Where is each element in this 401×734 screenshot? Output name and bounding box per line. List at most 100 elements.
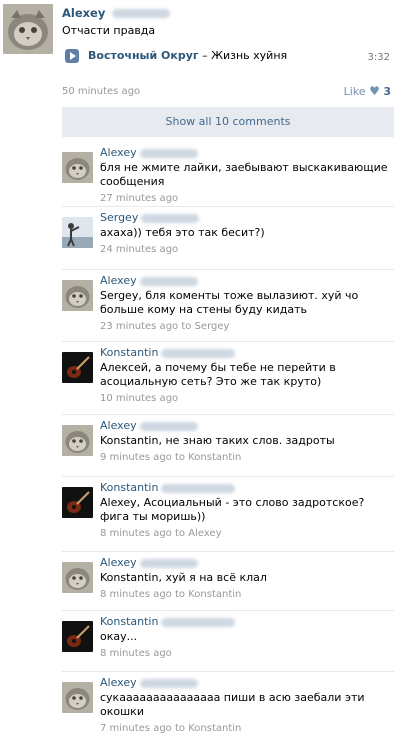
- reply-to-name[interactable]: Konstantin: [188, 589, 241, 600]
- post-author-name[interactable]: Alexey: [62, 6, 105, 20]
- blurred-surname: [139, 558, 198, 568]
- blurred-surname: [139, 148, 198, 158]
- comment-body: Konstantin Alexey, Асоциальный - это слов…: [100, 481, 390, 539]
- comment-divider: [62, 341, 394, 342]
- comment-meta: 8 minutes ago: [100, 648, 390, 659]
- reply-to-word: to: [174, 723, 186, 734]
- reply-to-word: to: [181, 321, 192, 332]
- comment-meta: 8 minutes ago to Konstantin: [100, 589, 390, 600]
- comment-author-name[interactable]: Alexey: [100, 556, 137, 569]
- blurred-surname: [112, 9, 171, 18]
- reply-to-word: to: [174, 528, 186, 539]
- like-button[interactable]: Like ♥ 3: [344, 84, 391, 98]
- comment-text: ахаха)) тебя это так бесит?): [100, 226, 265, 239]
- avatar[interactable]: [62, 152, 93, 183]
- comment-text: бля не жмите лайки, заебывают выскакиваю…: [100, 161, 388, 188]
- audio-separator: –: [198, 49, 212, 62]
- comment-text: сукааааааааааааааа пиши в асю заебали эт…: [100, 691, 365, 718]
- comment-author-name[interactable]: Alexey: [100, 676, 137, 689]
- comment-text: Konstantin, хуй я на всё клал: [100, 571, 267, 584]
- avatar[interactable]: [62, 352, 93, 383]
- post: Alexey Отчасти правда Восточный Округ – …: [0, 0, 401, 105]
- comment-author: Alexey: [100, 146, 390, 159]
- comment-text: Алексей, а почему бы тебе не перейти в а…: [100, 361, 336, 388]
- comment-divider: [62, 476, 394, 477]
- comment-meta: 9 minutes ago to Konstantin: [100, 452, 390, 463]
- blurred-surname: [161, 617, 236, 627]
- comment-author: Alexey: [100, 676, 390, 689]
- comment-author: Alexey: [100, 556, 390, 569]
- comment-meta: 23 minutes ago to Sergey: [100, 321, 390, 332]
- comment-time[interactable]: 8 minutes ago: [100, 648, 172, 659]
- avatar[interactable]: [62, 425, 93, 456]
- comment-author: Alexey: [100, 419, 390, 432]
- comment-time[interactable]: 8 minutes ago: [100, 528, 172, 539]
- comment-author: Konstantin: [100, 346, 390, 359]
- comment-author-name[interactable]: Alexey: [100, 419, 137, 432]
- show-all-comments-button[interactable]: Show all 10 comments: [62, 107, 394, 137]
- comment-meta: 27 minutes ago: [100, 193, 390, 204]
- avatar[interactable]: [62, 280, 93, 311]
- heart-icon: ♥: [369, 84, 380, 98]
- blurred-surname: [161, 483, 236, 493]
- blurred-surname: [139, 678, 198, 688]
- comment-text: Sergey, бля коменты тоже вылазиют. хуй ч…: [100, 289, 359, 316]
- comment-body: Konstantin Алексей, а почему бы тебе не п…: [100, 346, 390, 404]
- comment-text: Alexey, Асоциальный - это слово задротск…: [100, 496, 365, 523]
- reply-to-name[interactable]: Alexey: [188, 528, 221, 539]
- reply-to-word: to: [174, 589, 186, 600]
- comment-author-name[interactable]: Alexey: [100, 274, 137, 287]
- comment-body: Alexey сукааааааааааааааа пиши в асю заеб…: [100, 676, 390, 734]
- comment-author-name[interactable]: Alexey: [100, 146, 137, 159]
- reply-to-name[interactable]: Sergey: [195, 321, 230, 332]
- audio-song: Жизнь хуйня: [211, 49, 288, 62]
- comment-divider: [62, 206, 394, 207]
- play-icon[interactable]: [65, 49, 79, 63]
- post-time[interactable]: 50 minutes ago: [62, 86, 140, 97]
- comment-author-name[interactable]: Konstantin: [100, 481, 158, 494]
- comment-meta: 24 minutes ago: [100, 244, 390, 255]
- comment-meta: 10 minutes ago: [100, 393, 390, 404]
- comment-divider: [62, 610, 394, 611]
- comment-divider: [62, 551, 394, 552]
- avatar[interactable]: [62, 621, 93, 652]
- comment-body: Sergey ахаха)) тебя это так бесит?) 24 min…: [100, 211, 390, 255]
- avatar[interactable]: [62, 217, 93, 248]
- blurred-surname: [139, 276, 198, 286]
- comment-text: окау...: [100, 630, 138, 643]
- comment-divider: [62, 671, 394, 672]
- comment-author: Sergey: [100, 211, 390, 224]
- audio-artist[interactable]: Восточный Округ: [88, 49, 199, 62]
- audio-title: Восточный Округ – Жизнь хуйня: [88, 49, 287, 62]
- comment-meta: 7 minutes ago to Konstantin: [100, 723, 390, 734]
- comment-time[interactable]: 23 minutes ago: [100, 321, 178, 332]
- comment-author-name[interactable]: Konstantin: [100, 346, 158, 359]
- comment-time[interactable]: 7 minutes ago: [100, 723, 172, 734]
- comment-time[interactable]: 27 minutes ago: [100, 193, 178, 204]
- comment-author: Alexey: [100, 274, 390, 287]
- comment-body: Alexey Konstantin, хуй я на всё клал 8 min…: [100, 556, 390, 600]
- comment-time[interactable]: 24 minutes ago: [100, 244, 178, 255]
- comment-author-name[interactable]: Sergey: [100, 211, 138, 224]
- comment-time[interactable]: 9 minutes ago: [100, 452, 172, 463]
- comment-divider: [62, 269, 394, 270]
- avatar[interactable]: [62, 682, 93, 713]
- reply-to-name[interactable]: Konstantin: [188, 452, 241, 463]
- comment-body: Alexey Konstantin, не знаю таких слов. за…: [100, 419, 390, 463]
- blurred-surname: [139, 421, 198, 431]
- avatar[interactable]: [3, 4, 53, 54]
- comment-author-name[interactable]: Konstantin: [100, 615, 158, 628]
- avatar[interactable]: [62, 562, 93, 593]
- comment-divider: [62, 414, 394, 415]
- audio-duration: 3:32: [367, 52, 390, 63]
- avatar[interactable]: [62, 487, 93, 518]
- like-count: 3: [383, 85, 391, 98]
- reply-to-name[interactable]: Konstantin: [188, 723, 241, 734]
- comment-time[interactable]: 10 minutes ago: [100, 393, 178, 404]
- like-label: Like: [343, 85, 366, 98]
- comment-text: Konstantin, не знаю таких слов. задроты: [100, 434, 335, 447]
- comment-body: Alexey Sergey, бля коменты тоже вылазиют.…: [100, 274, 390, 332]
- comment-body: Alexey бля не жмите лайки, заебывают выск…: [100, 146, 390, 204]
- comment-time[interactable]: 8 minutes ago: [100, 589, 172, 600]
- blurred-surname: [141, 213, 200, 223]
